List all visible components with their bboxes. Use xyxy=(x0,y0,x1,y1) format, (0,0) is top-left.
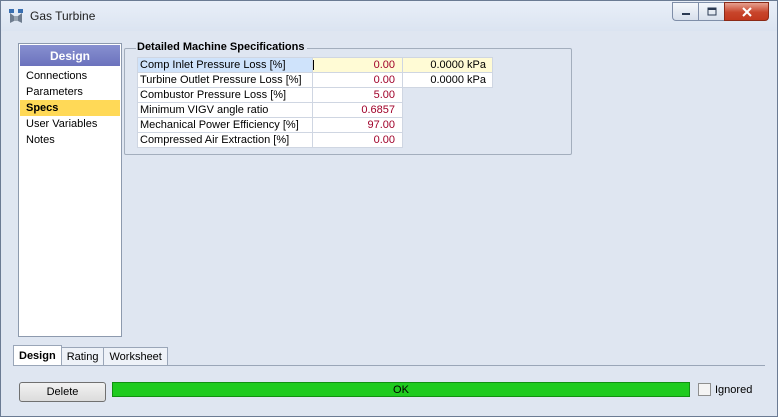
nav-item-user-variables[interactable]: User Variables xyxy=(20,116,120,132)
tab-rating[interactable]: Rating xyxy=(61,347,105,366)
ignored-toggle[interactable]: Ignored xyxy=(698,383,752,396)
spec-value-input[interactable]: 0.00 xyxy=(312,72,403,88)
spec-row-combustor: Combustor Pressure Loss [%] 5.00 xyxy=(137,87,493,103)
gas-turbine-app-icon xyxy=(9,9,23,23)
tab-strip: Design Rating Worksheet xyxy=(13,345,168,366)
minimize-icon xyxy=(681,12,690,15)
nav-item-parameters[interactable]: Parameters xyxy=(20,84,120,100)
spec-label: Comp Inlet Pressure Loss [%] xyxy=(137,57,313,73)
window-title: Gas Turbine xyxy=(30,9,96,23)
minimize-button[interactable] xyxy=(672,2,698,21)
close-button[interactable] xyxy=(724,2,769,21)
nav-item-connections[interactable]: Connections xyxy=(20,68,120,84)
spec-value-input[interactable]: 0.6857 xyxy=(312,102,403,118)
specs-group-title: Detailed Machine Specifications xyxy=(136,41,307,53)
spec-row-vigv-ratio: Minimum VIGV angle ratio 0.6857 xyxy=(137,102,493,118)
spec-value-input[interactable]: 0.00 xyxy=(312,132,403,148)
spec-label: Turbine Outlet Pressure Loss [%] xyxy=(137,72,313,88)
tab-divider xyxy=(13,365,765,366)
nav-item-specs[interactable]: Specs xyxy=(20,100,120,116)
nav-header: Design xyxy=(20,45,120,66)
specs-table: Comp Inlet Pressure Loss [%] 0.00 0.0000… xyxy=(137,57,493,148)
gas-turbine-window: Gas Turbine Design Connections Parameter… xyxy=(0,0,778,417)
nav-item-notes[interactable]: Notes xyxy=(20,132,120,148)
nav-panel: Design Connections Parameters Specs User… xyxy=(18,43,122,337)
ignored-label: Ignored xyxy=(715,383,753,396)
spec-row-mech-efficiency: Mechanical Power Efficiency [%] 97.00 xyxy=(137,117,493,133)
close-icon xyxy=(741,6,752,17)
ignored-checkbox[interactable] xyxy=(698,383,711,396)
delete-button[interactable]: Delete xyxy=(19,382,106,402)
spec-row-turbine-outlet: Turbine Outlet Pressure Loss [%] 0.00 0.… xyxy=(137,72,493,88)
spec-row-comp-inlet: Comp Inlet Pressure Loss [%] 0.00 0.0000… xyxy=(137,57,493,73)
spec-value-input[interactable]: 0.00 xyxy=(312,57,403,73)
spec-label: Mechanical Power Efficiency [%] xyxy=(137,117,313,133)
spec-value-input[interactable]: 5.00 xyxy=(312,87,403,103)
tab-design[interactable]: Design xyxy=(13,345,62,366)
spec-row-air-extraction: Compressed Air Extraction [%] 0.00 xyxy=(137,132,493,148)
client-area: Design Connections Parameters Specs User… xyxy=(8,32,770,410)
spec-label: Combustor Pressure Loss [%] xyxy=(137,87,313,103)
spec-value-input[interactable]: 97.00 xyxy=(312,117,403,133)
status-bar: OK xyxy=(112,382,690,397)
spec-extra-value: 0.0000 kPa xyxy=(402,57,493,73)
spec-extra-value: 0.0000 kPa xyxy=(402,72,493,88)
spec-label: Minimum VIGV angle ratio xyxy=(137,102,313,118)
title-bar[interactable]: Gas Turbine xyxy=(1,1,777,31)
maximize-button[interactable] xyxy=(698,2,724,21)
text-cursor xyxy=(313,60,314,70)
spec-label: Compressed Air Extraction [%] xyxy=(137,132,313,148)
maximize-icon xyxy=(707,7,716,16)
tab-worksheet[interactable]: Worksheet xyxy=(104,347,168,366)
